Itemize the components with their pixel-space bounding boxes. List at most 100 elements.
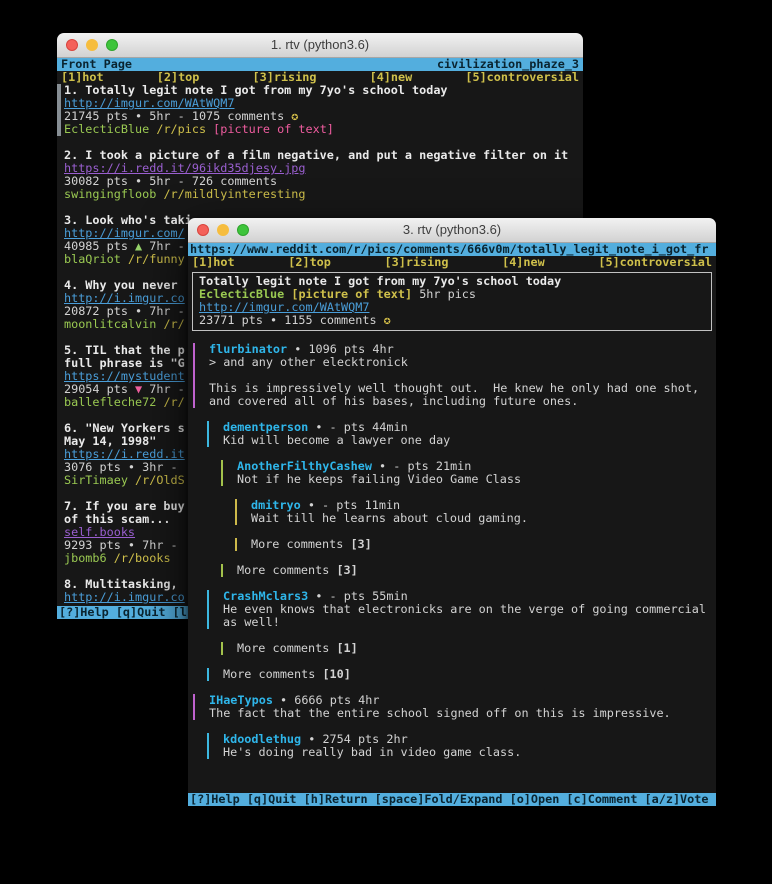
text-segment: and covered all of his bases, including …	[209, 394, 578, 408]
submission-box[interactable]: Totally legit note I got from my 7yo's s…	[192, 272, 712, 331]
text-segment: > and any other elecktronick	[209, 355, 408, 369]
text-segment: 4. Why you never	[64, 278, 185, 292]
comment-author[interactable]: AnotherFilthyCashew	[237, 459, 372, 473]
post-url-link[interactable]: http://i.imgur.co	[64, 590, 185, 604]
text-segment: • - pts 55min	[308, 589, 407, 603]
window-comments[interactable]: 3. rtv (python3.6) https://www.reddit.co…	[188, 218, 716, 806]
tab-bar: [1]hot [2]top [3]rising [4]new [5]controvers…	[188, 256, 716, 269]
more-comments-item[interactable]: More comments [10]	[207, 668, 716, 681]
more-comments-item[interactable]: More comments [3]	[221, 564, 716, 577]
tab-2top[interactable]: [2]top	[288, 256, 331, 269]
comment-list: flurbinator • 1096 pts 4hr> and any othe…	[188, 343, 716, 759]
post-url-link[interactable]: self.books	[64, 525, 135, 539]
comment-line: More comments [3]	[230, 564, 716, 577]
post-url-link[interactable]: http://imgur.com/	[64, 226, 185, 240]
text-segment: Totally legit note I got from my 7yo's s…	[199, 274, 561, 288]
post-url-link[interactable]: https://mystudent	[64, 369, 185, 383]
text-segment: /r/pics	[156, 122, 206, 136]
titlebar-frontpage[interactable]: 1. rtv (python3.6)	[57, 33, 583, 58]
post-url-link[interactable]: https://i.redd.it/96ikd35djesy.jpg	[64, 161, 305, 175]
comment-item[interactable]: dementperson • - pts 44minKid will becom…	[207, 421, 716, 447]
text-segment: He even knows that electronicks are on t…	[223, 602, 706, 616]
text-segment: • 1096 pts 4hr	[287, 342, 394, 356]
comment-line: More comments [1]	[230, 642, 716, 655]
text-segment: More comments	[237, 563, 336, 577]
text-segment	[128, 473, 135, 487]
text-segment: 7. If you are buy	[64, 499, 185, 513]
more-comments-item[interactable]: More comments [1]	[221, 642, 716, 655]
comment-line: as well!	[216, 616, 716, 629]
comment-line: More comments [3]	[244, 538, 716, 551]
comment-item[interactable]: AnotherFilthyCashew • - pts 21minNot if …	[221, 460, 716, 486]
comment-line: The fact that the entire school signed o…	[202, 707, 716, 720]
text-segment: 8. Multitasking,	[64, 577, 185, 591]
text-segment: 29054 pts	[64, 382, 135, 396]
desktop: 1. rtv (python3.6) Front Page civilizati…	[0, 0, 772, 884]
text-segment: 21745 pts • 5hr - 1075 comments	[64, 109, 291, 123]
post-item[interactable]: 2. I took a picture of a film negative, …	[57, 149, 583, 201]
text-segment	[121, 252, 128, 266]
status-bar: [?]Help [q]Quit [h]Return [space]Fold/Ex…	[188, 793, 716, 806]
text-segment: /r/	[163, 317, 184, 331]
text-segment: Not if he keeps failing Video Game Class	[237, 472, 521, 486]
comment-item[interactable]: dmitryo • - pts 11minWait till he learns…	[235, 499, 716, 525]
text-segment: More comments	[223, 667, 322, 681]
text-segment: EclecticBlue	[199, 287, 284, 301]
comment-author[interactable]: IHaeTypos	[209, 693, 273, 707]
text-segment: Kid will become a lawyer one day	[223, 433, 450, 447]
post-url-link[interactable]: http://i.imgur.co	[64, 291, 185, 305]
post-url-link[interactable]: http://imgur.com/WAtWQM7	[64, 96, 234, 110]
submission-line: 23771 pts • 1155 comments ✪	[193, 314, 711, 327]
comment-line: He's doing really bad in video game clas…	[216, 746, 716, 759]
post-url-link[interactable]: https://i.redd.it	[64, 447, 185, 461]
tab-5controversial[interactable]: [5]controversial	[598, 256, 712, 269]
text-segment: • - pts 44min	[308, 420, 407, 434]
post-item[interactable]: 1. Totally legit note I got from my 7yo'…	[57, 84, 583, 136]
text-segment: [10]	[322, 667, 350, 681]
text-segment: 6. "New Yorkers s	[64, 421, 185, 435]
post-line: EclecticBlue /r/pics [picture of text]	[57, 123, 583, 136]
text-segment: SirTimaey	[64, 473, 128, 487]
tab-5controversial[interactable]: [5]controversial	[465, 71, 579, 84]
text-segment: 7hr -	[142, 382, 185, 396]
comment-line: Not if he keeps failing Video Game Class	[230, 473, 716, 486]
post-url-link[interactable]: http://imgur.com/WAtWQM7	[199, 300, 369, 314]
text-segment: moonlitcalvin	[64, 317, 156, 331]
comment-author[interactable]: flurbinator	[209, 342, 287, 356]
text-segment: More comments	[237, 641, 336, 655]
text-segment: as well!	[223, 615, 280, 629]
terminal-comments: https://www.reddit.com/r/pics/comments/6…	[188, 243, 716, 806]
comment-item[interactable]: kdoodlethug • 2754 pts 2hrHe's doing rea…	[207, 733, 716, 759]
comment-author[interactable]: dementperson	[223, 420, 308, 434]
text-segment: /r/funny	[128, 252, 185, 266]
comment-line: He even knows that electronicks are on t…	[216, 603, 716, 616]
text-segment: 9293 pts • 7hr -	[64, 538, 178, 552]
text-segment: full phrase is "G	[64, 356, 185, 370]
comment-author[interactable]: CrashMclars3	[223, 589, 308, 603]
text-segment: More comments	[251, 537, 350, 551]
text-segment: • - pts 21min	[372, 459, 471, 473]
comment-item[interactable]: flurbinator • 1096 pts 4hr> and any othe…	[193, 343, 716, 408]
text-segment: /r/OldS	[135, 473, 185, 487]
comment-author[interactable]: kdoodlethug	[223, 732, 301, 746]
text-segment: • - pts 11min	[301, 498, 400, 512]
tab-4new[interactable]: [4]new	[502, 256, 545, 269]
text-segment: [picture of text]	[291, 287, 412, 301]
text-segment: [1]	[336, 641, 357, 655]
text-segment: swingingfloob	[64, 187, 156, 201]
text-segment: [3]	[336, 563, 357, 577]
comment-item[interactable]: IHaeTypos • 6666 pts 4hrThe fact that th…	[193, 694, 716, 720]
text-segment: 20872 pts • 7hr -	[64, 304, 185, 318]
tab-1hot[interactable]: [1]hot	[192, 256, 235, 269]
text-segment	[107, 551, 114, 565]
tab-3rising[interactable]: [3]rising	[385, 256, 449, 269]
comment-line: and covered all of his bases, including …	[202, 395, 716, 408]
text-segment: 3. Look who's taki	[64, 213, 192, 227]
text-segment: 1. Totally legit note I got from my 7yo'…	[64, 83, 448, 97]
comment-author[interactable]: dmitryo	[251, 498, 301, 512]
comment-item[interactable]: CrashMclars3 • - pts 55minHe even knows …	[207, 590, 716, 629]
more-comments-item[interactable]: More comments [3]	[235, 538, 716, 551]
text-segment: [picture of text]	[213, 122, 334, 136]
text-segment: This is impressively well thought out. H…	[209, 381, 699, 395]
titlebar-comments[interactable]: 3. rtv (python3.6)	[188, 218, 716, 243]
